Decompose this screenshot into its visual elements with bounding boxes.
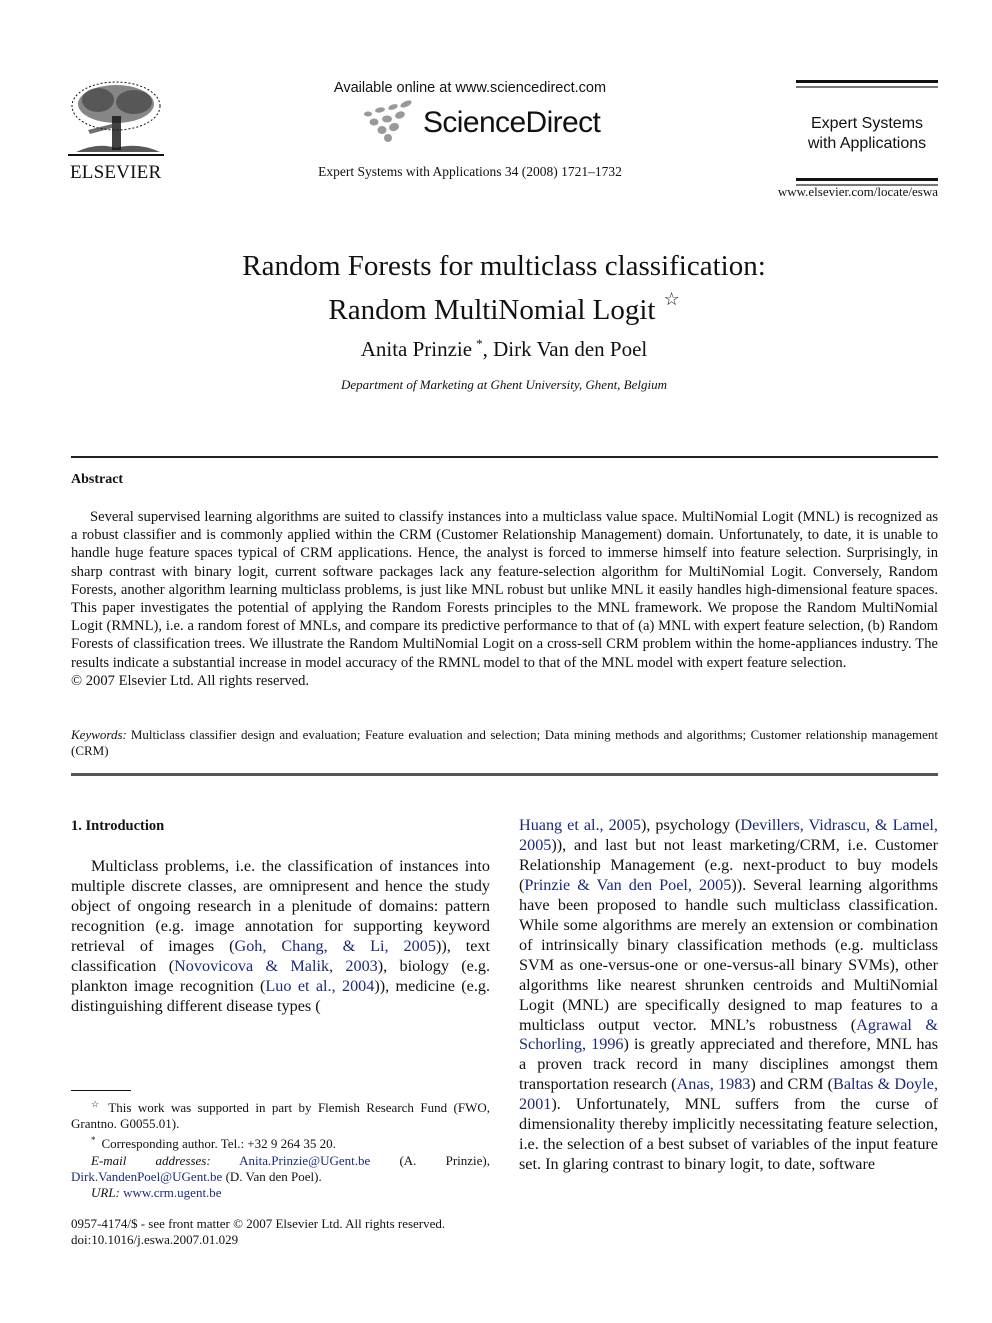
citation-link[interactable]: Novovicova & Malik, 2003 xyxy=(174,957,378,975)
keywords: Keywords: Multiclass classifier design an… xyxy=(71,727,938,759)
journal-url[interactable]: www.elsevier.com/locate/eswa xyxy=(778,184,938,200)
body-text: )). Several learning algorithms have bee… xyxy=(519,875,938,1034)
footnote-asterisk-mark: * xyxy=(91,1135,96,1146)
footnote-corresponding: * Corresponding author. Tel.: +32 9 264 3… xyxy=(71,1132,490,1152)
affiliation: Department of Marketing at Ghent Univers… xyxy=(340,377,668,392)
left-column: 1. Introduction Multiclass problems, i.e… xyxy=(71,816,490,1017)
citation-link[interactable]: Prinzie & Van den Poel, 2005 xyxy=(524,876,731,894)
article-title: Random Forests for multiclass classifica… xyxy=(0,250,992,327)
keywords-text: Multiclass classifier design and evaluat… xyxy=(71,727,938,758)
email-owner: (D. Van den Poel). xyxy=(222,1168,322,1184)
abstract-body: Several supervised learning algorithms a… xyxy=(71,508,938,672)
body-text: ) and CRM ( xyxy=(750,1075,834,1094)
author-name[interactable]: Anita Prinzie xyxy=(361,337,472,361)
doi-line[interactable]: doi:10.1016/j.eswa.2007.01.029 xyxy=(71,1232,490,1248)
url-label: URL: xyxy=(91,1185,120,1201)
citation-link[interactable]: Huang et al., 2005 xyxy=(519,816,641,834)
footnote-url: URL: www.crm.ugent.be xyxy=(71,1185,490,1201)
journal-box-title-line2: with Applications xyxy=(807,135,927,152)
article-title-line2-wrap: Random MultiNomial Logit ☆ xyxy=(0,283,992,327)
footnote-text: Corresponding author. Tel.: +32 9 264 35… xyxy=(101,1136,336,1152)
abstract-top-rule xyxy=(71,456,938,458)
sciencedirect-wordmark: ScienceDirect xyxy=(423,106,601,139)
author-separator: , xyxy=(482,337,494,361)
author-name[interactable]: Dirk Van den Poel xyxy=(493,337,647,361)
footnote-funding: ☆ This work was supported in part by Flem… xyxy=(71,1096,490,1132)
body-text: ). Unfortunately, MNL suffers from the c… xyxy=(519,1095,938,1174)
section-heading-introduction: 1. Introduction xyxy=(71,818,165,834)
url-link[interactable]: www.crm.ugent.be xyxy=(123,1185,221,1200)
elsevier-tree-icon xyxy=(68,81,164,156)
journal-box-top-rule-gray xyxy=(796,86,938,88)
footnote-emails: E-mail addresses: Anita.Prinzie@UGent.be… xyxy=(71,1153,490,1185)
introduction-paragraph-continued: Huang et al., 2005), psychology (Deville… xyxy=(519,816,938,1175)
journal-box-title-line1: Expert Systems xyxy=(810,115,924,132)
right-column: Huang et al., 2005), psychology (Deville… xyxy=(519,816,938,1175)
body-text: ), psychology ( xyxy=(640,816,741,834)
email-owner: (A. Prinzie), xyxy=(370,1152,490,1168)
article-title-line1: Random Forests for multiclass classifica… xyxy=(242,250,766,282)
front-matter: 0957-4174/$ - see front matter © 2007 El… xyxy=(71,1216,490,1248)
footnote-star-icon: ☆ xyxy=(91,1099,103,1109)
sciencedirect-logo[interactable]: ScienceDirect xyxy=(360,100,601,144)
email-link[interactable]: Anita.Prinzie@UGent.be xyxy=(239,1153,370,1168)
email-label: E-mail addresses: xyxy=(91,1152,211,1168)
author-list: Anita Prinzie *, Dirk Van den Poel xyxy=(0,336,992,362)
footnote-rule xyxy=(71,1090,131,1091)
citation-link[interactable]: Luo et al., 2004 xyxy=(265,977,374,995)
journal-box-title: Expert Systems with Applications xyxy=(796,114,938,154)
abstract-text: Several supervised learning algorithms a… xyxy=(71,509,938,671)
footnote-text: This work was supported in part by Flemi… xyxy=(71,1100,490,1132)
journal-reference: Expert Systems with Applications 34 (200… xyxy=(318,164,622,179)
journal-box-bottom-rule xyxy=(796,178,938,181)
citation-link[interactable]: Anas, 1983 xyxy=(677,1075,751,1093)
abstract-heading: Abstract xyxy=(71,472,124,487)
journal-box-top-rule xyxy=(796,80,938,83)
keywords-label: Keywords: xyxy=(71,727,127,742)
citation-link[interactable]: Goh, Chang, & Li, 2005 xyxy=(235,937,436,955)
title-footnote-star-icon[interactable]: ☆ xyxy=(663,289,679,309)
email-link[interactable]: Dirk.VandenPoel@UGent.be xyxy=(71,1169,222,1184)
abstract-bottom-rule xyxy=(71,773,938,776)
abstract-copyright: © 2007 Elsevier Ltd. All rights reserved… xyxy=(71,673,310,689)
footnotes: ☆ This work was supported in part by Flem… xyxy=(71,1096,490,1201)
issn-line: 0957-4174/$ - see front matter © 2007 El… xyxy=(71,1216,446,1231)
introduction-paragraph: Multiclass problems, i.e. the classifica… xyxy=(71,857,490,1017)
elsevier-wordmark: ELSEVIER xyxy=(70,162,162,183)
journal-title-box: Expert Systems with Applications xyxy=(796,80,938,186)
sciencedirect-dots-icon xyxy=(364,100,412,142)
available-online-text[interactable]: Available online at www.sciencedirect.co… xyxy=(290,80,650,96)
article-title-line2: Random MultiNomial Logit xyxy=(328,294,656,326)
